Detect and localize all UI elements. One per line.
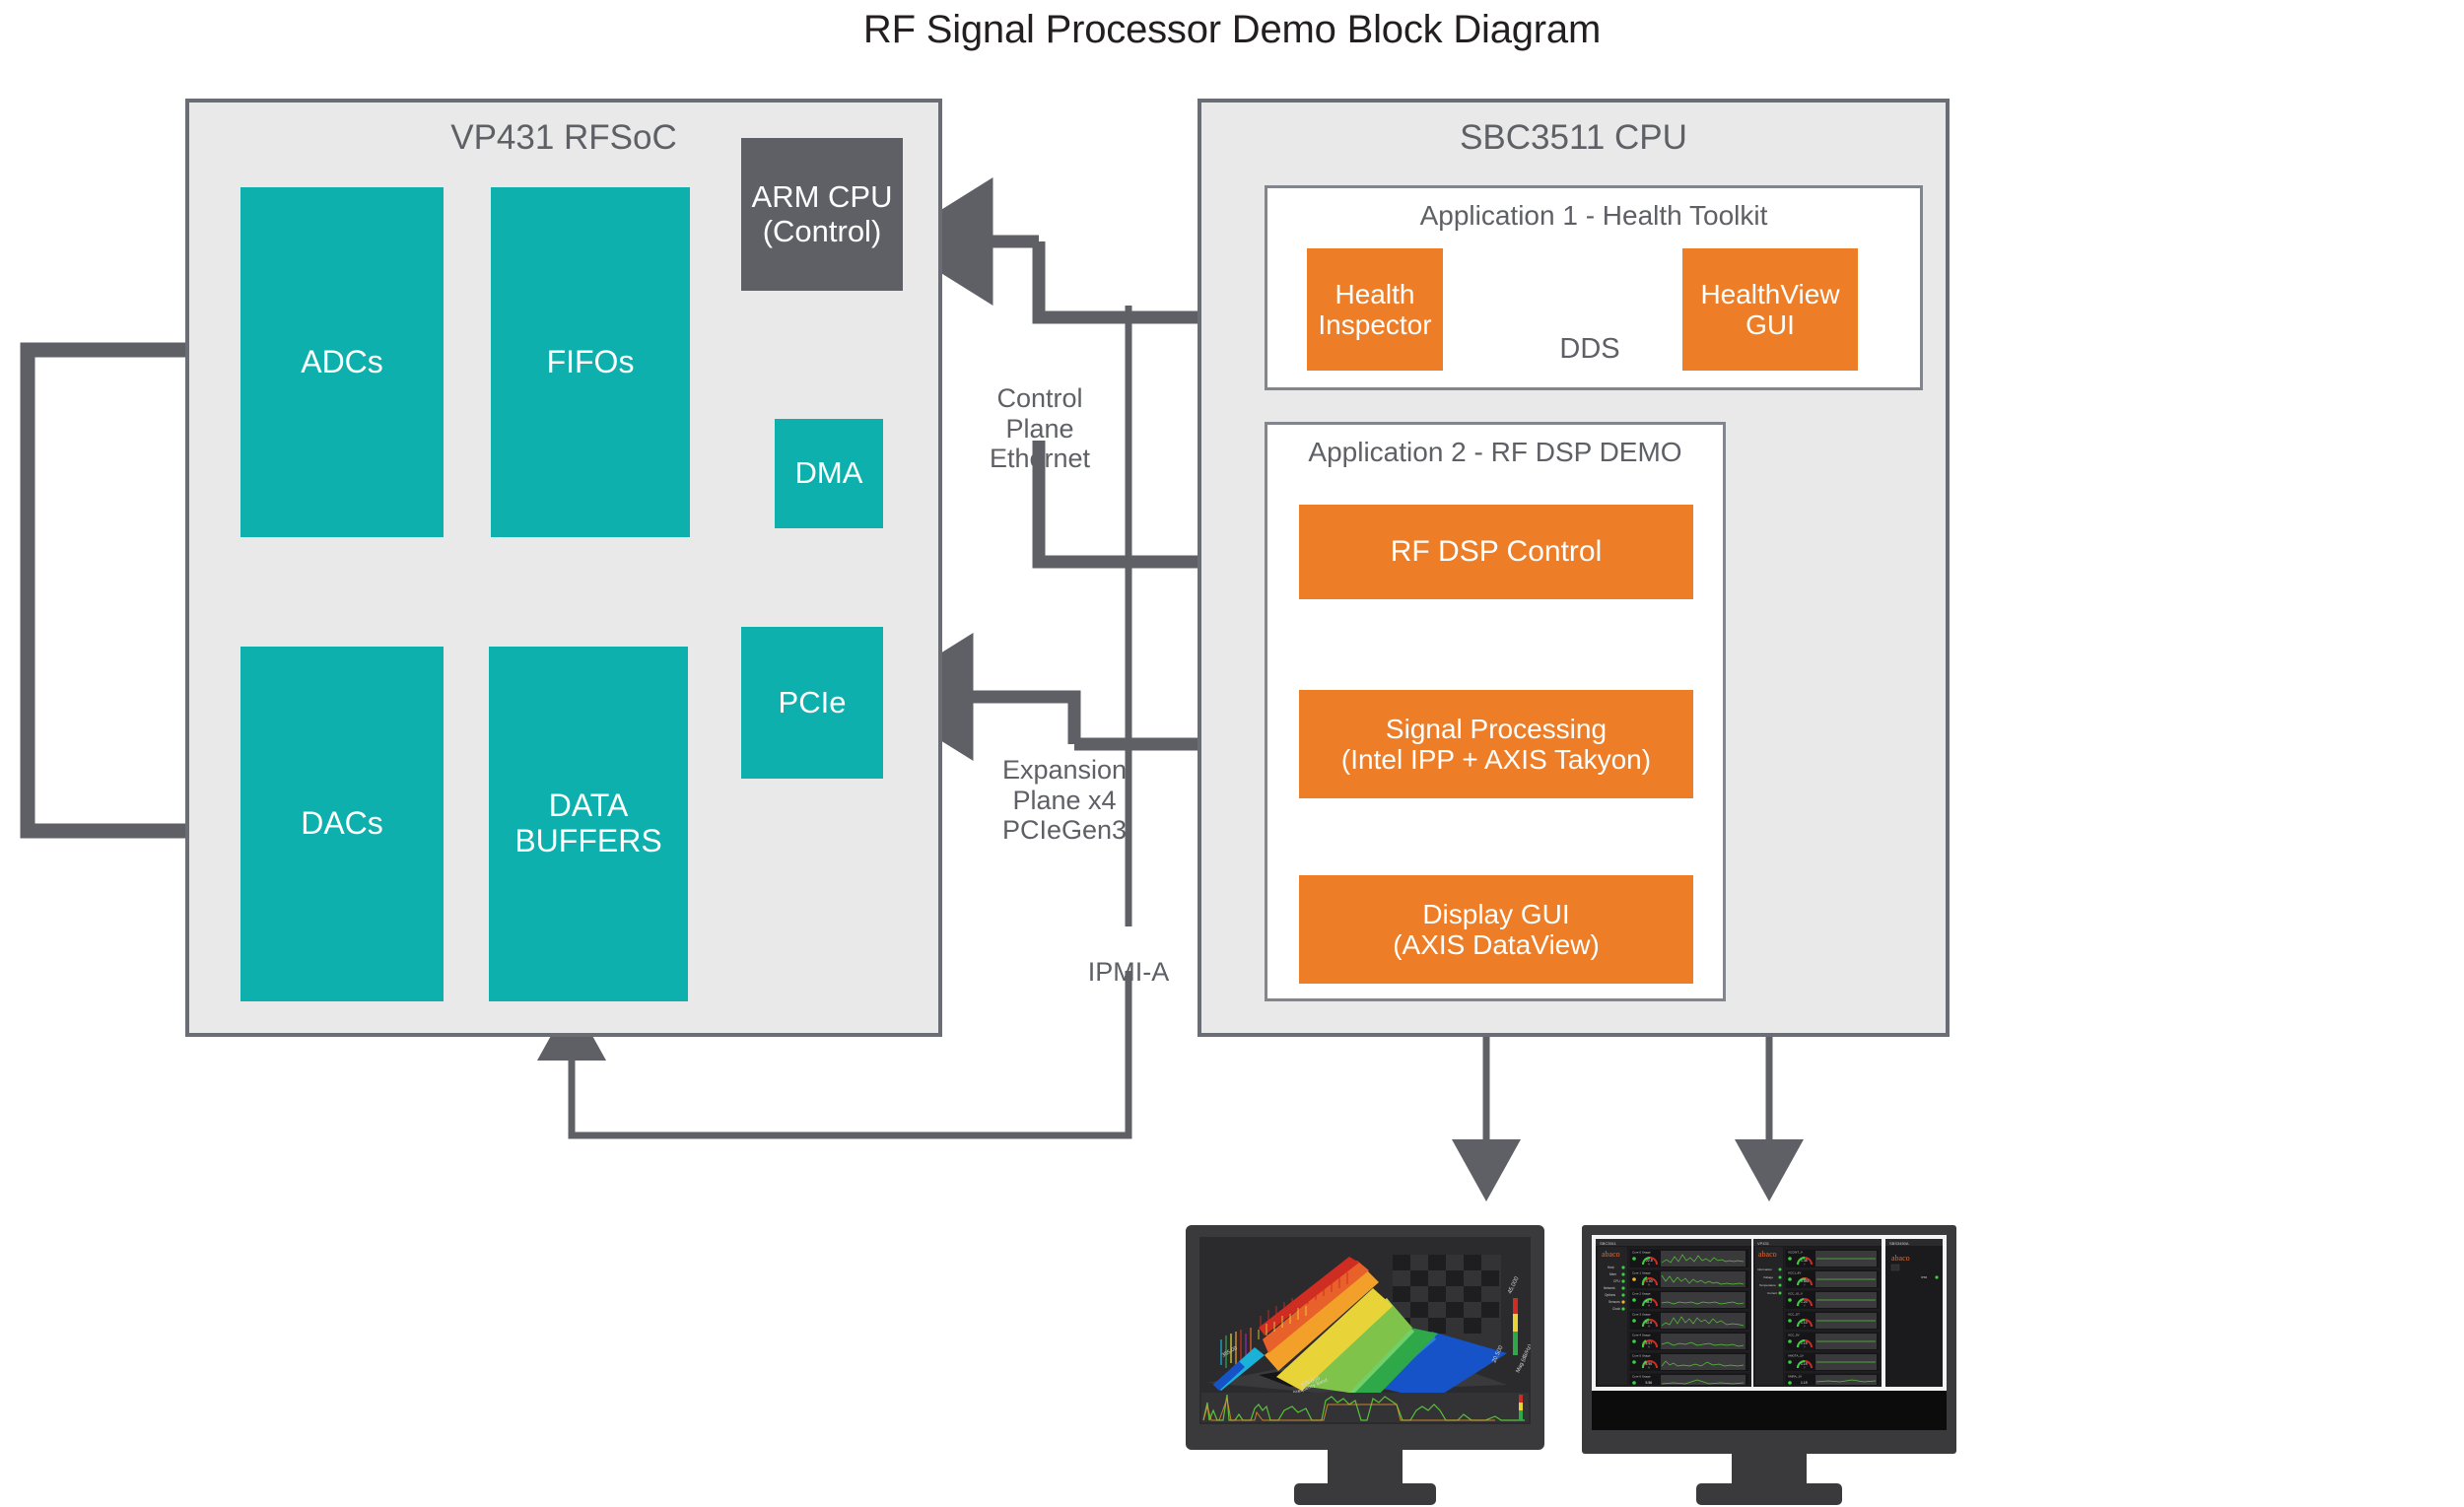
svg-text:VCC_IO_V: VCC_IO_V [1788, 1292, 1803, 1296]
svg-text:1.20: 1.20 [1801, 1300, 1808, 1304]
svg-text:Host: Host [1608, 1266, 1614, 1269]
monitor-dataview[interactable]: 45.000 20.500 Mag (dB/Hz) 355.00 675.000… [1178, 1225, 1552, 1507]
page-title: RF Signal Processor Demo Block Diagram [862, 8, 1602, 51]
svg-text:Core 3 Usage: Core 3 Usage [1632, 1313, 1651, 1317]
svg-text:VCCINT_V: VCCINT_V [1788, 1251, 1803, 1255]
svg-text:VMRA_1V: VMRA_1V [1788, 1375, 1802, 1379]
block-dma-label: DMA [794, 455, 863, 491]
block-signal-processing[interactable]: Signal Processing (Intel IPP + AXIS Taky… [1299, 690, 1693, 798]
svg-text:1.19: 1.19 [1801, 1362, 1808, 1366]
block-signal-processing-label: Signal Processing (Intel IPP + AXIS Taky… [1340, 713, 1652, 775]
block-data-buffers-label: DATA BUFFERS [514, 788, 662, 858]
svg-text:SBS3450A: SBS3450A [1889, 1241, 1909, 1246]
monitor-healthview-neck [1732, 1454, 1807, 1485]
label-control-plane-ethernet-text: Control Plane Ethernet [989, 382, 1091, 474]
svg-text:abaco: abaco [1758, 1250, 1777, 1259]
healthview-gui-plot: SBC3511 abaco HostMemCPU NetworkOptions … [1592, 1235, 1947, 1391]
svg-text:Current: Current [1767, 1291, 1777, 1295]
monitor-healthview-base [1696, 1483, 1842, 1505]
svg-text:Core 2 Usage: Core 2 Usage [1632, 1292, 1651, 1296]
waterfall-plot: 45.000 20.500 Mag (dB/Hz) 355.00 675.000… [1199, 1237, 1531, 1424]
svg-text:1.35: 1.35 [1801, 1259, 1808, 1263]
block-pcie[interactable]: PCIe [741, 627, 883, 779]
block-healthview-gui-label: HealthView GUI [1700, 278, 1840, 340]
svg-text:VP431: VP431 [1757, 1241, 1770, 1246]
block-dma[interactable]: DMA [775, 419, 883, 528]
svg-text:VMGTA_1V: VMGTA_1V [1788, 1354, 1804, 1358]
label-expansion-plane-text: Expansion Plane x4 PCIeGen3 [1001, 754, 1128, 846]
svg-text:Core 4 Usage: Core 4 Usage [1632, 1334, 1651, 1337]
monitor-dataview-neck [1328, 1450, 1403, 1485]
svg-text:Options: Options [1605, 1293, 1615, 1297]
block-rf-dsp-control-label: RF DSP Control [1390, 535, 1603, 569]
block-arm-cpu-label: ARM CPU (Control) [751, 178, 893, 248]
monitor-dataview-screen: 45.000 20.500 Mag (dB/Hz) 355.00 675.000… [1199, 1237, 1531, 1424]
monitor-healthview-screen-lower [1592, 1391, 1947, 1430]
label-expansion-plane: Expansion Plane x4 PCIeGen3 [961, 724, 1168, 846]
block-adcs[interactable]: ADCs [240, 187, 444, 537]
svg-text:VCC_DT: VCC_DT [1788, 1313, 1800, 1317]
block-dacs-label: DACs [301, 805, 383, 842]
label-dds-text: DDS [1559, 333, 1620, 366]
svg-text:5.90: 5.90 [1646, 1362, 1653, 1366]
svg-text:Sensors: Sensors [1608, 1300, 1620, 1304]
svg-text:98.2: 98.2 [1646, 1300, 1653, 1304]
block-healthview-gui[interactable]: HealthView GUI [1682, 248, 1858, 371]
svg-text:Voltage: Voltage [1763, 1275, 1773, 1279]
block-arm-cpu[interactable]: ARM CPU (Control) [741, 138, 903, 291]
block-fifos-label: FIFOs [546, 343, 635, 379]
svg-text:0.851: 0.851 [1801, 1279, 1810, 1283]
svg-text:1.19: 1.19 [1801, 1341, 1808, 1345]
svg-text:abaco: abaco [1602, 1250, 1620, 1259]
appbox-rf-dsp-demo-title: Application 2 - RF DSP DEMO [1308, 437, 1682, 467]
label-ipmi-a-text: IPMI-A [1087, 956, 1170, 987]
svg-text:Core 1 Usage: Core 1 Usage [1632, 1271, 1651, 1275]
monitor-healthview[interactable]: SBC3511 abaco Host Mem CPU Network Options … [1582, 1225, 1956, 1507]
svg-text:Network: Network [1604, 1286, 1615, 1290]
svg-text:52.6: 52.6 [1646, 1321, 1653, 1325]
svg-text:SBC3511: SBC3511 [1600, 1241, 1617, 1246]
panel-sbc3511-title: SBC3511 CPU [1460, 118, 1687, 157]
appbox-health-toolkit-title: Application 1 - Health Toolkit [1419, 200, 1768, 231]
monitor-dataview-base [1294, 1483, 1436, 1505]
label-dds: DDS [1542, 301, 1637, 366]
block-dacs[interactable]: DACs [240, 647, 444, 1001]
diagram-canvas: RF Signal Processor Demo Block Diagram V… [0, 0, 2464, 1507]
block-health-inspector-label: Health Inspector [1318, 278, 1432, 340]
block-data-buffers[interactable]: DATA BUFFERS [489, 647, 688, 1001]
svg-text:1.19: 1.19 [1801, 1381, 1808, 1385]
block-display-gui[interactable]: Display GUI (AXIS DataView) [1299, 875, 1693, 984]
svg-text:Core 5 Usage: Core 5 Usage [1632, 1354, 1651, 1358]
block-health-inspector[interactable]: Health Inspector [1307, 248, 1443, 371]
label-control-plane-ethernet: Control Plane Ethernet [946, 353, 1133, 474]
svg-text:Information: Information [1757, 1267, 1772, 1271]
block-rf-dsp-control[interactable]: RF DSP Control [1299, 505, 1693, 599]
svg-text:Core 0 Usage: Core 0 Usage [1632, 1251, 1651, 1255]
svg-text:VCC1_8V: VCC1_8V [1788, 1271, 1801, 1275]
block-display-gui-label: Display GUI (AXIS DataView) [1393, 898, 1600, 960]
svg-text:IPMI: IPMI [1921, 1275, 1927, 1279]
block-fifos[interactable]: FIFOs [491, 187, 690, 537]
svg-text:Mem: Mem [1609, 1272, 1616, 1276]
svg-text:VCC_5V: VCC_5V [1788, 1334, 1800, 1337]
block-adcs-label: ADCs [301, 343, 383, 379]
label-ipmi-a: IPMI-A [1045, 926, 1212, 988]
svg-text:abaco: abaco [1891, 1254, 1910, 1263]
svg-text:5.56: 5.56 [1646, 1381, 1653, 1385]
svg-text:22.5: 22.5 [1646, 1259, 1653, 1263]
svg-text:Temperature: Temperature [1759, 1283, 1776, 1287]
svg-text:1.00: 1.00 [1646, 1279, 1653, 1283]
svg-text:1.10: 1.10 [1801, 1321, 1808, 1325]
svg-text:Core 6 Usage: Core 6 Usage [1632, 1375, 1651, 1379]
block-pcie-label: PCIe [778, 684, 847, 719]
svg-text:2.97: 2.97 [1646, 1341, 1653, 1345]
svg-text:CPU: CPU [1613, 1279, 1620, 1283]
svg-text:Clock: Clock [1612, 1307, 1620, 1311]
monitor-healthview-screen: SBC3511 abaco Host Mem CPU Network Options … [1592, 1235, 1947, 1391]
